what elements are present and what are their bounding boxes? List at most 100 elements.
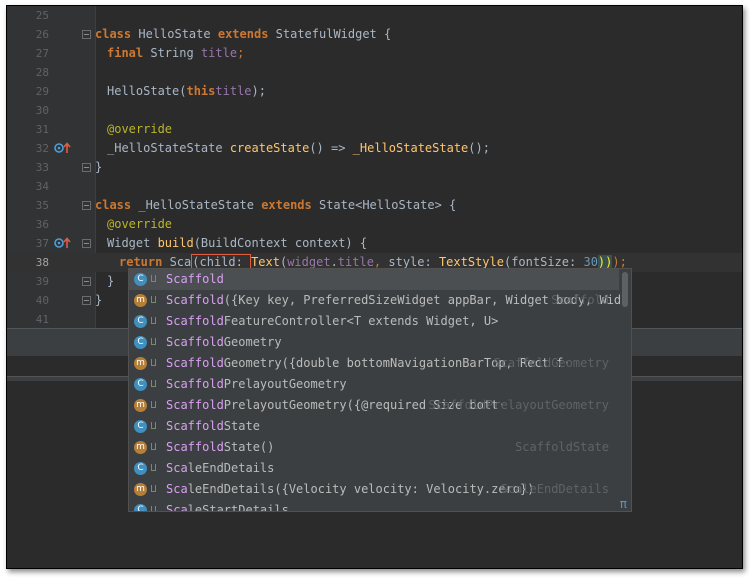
- code-text: class _HelloStateState extends State<Hel…: [95, 198, 457, 212]
- completion-item[interactable]: m Scaffold({Key key, PreferredSizeWidget …: [129, 290, 628, 311]
- code-line[interactable]: 25: [7, 6, 742, 25]
- code-line[interactable]: 29 HelloState(thistitle);: [7, 82, 742, 101]
- completion-item[interactable]: C ScaffoldGeometry: [129, 332, 619, 353]
- code-line[interactable]: 31 @override: [7, 120, 742, 139]
- match-highlight: Scaffold: [166, 398, 224, 412]
- completion-rest: PrelayoutGeometry: [223, 377, 347, 391]
- fold-marker-icon[interactable]: [82, 296, 91, 305]
- class-c-icon: C: [134, 420, 147, 433]
- completion-rest: State(): [223, 440, 275, 454]
- code-text: @override: [107, 217, 173, 231]
- pin-icon: [151, 359, 156, 366]
- pin-icon: [151, 338, 156, 345]
- completion-item[interactable]: m ScaffoldPrelayoutGeometry({@required Si…: [129, 395, 619, 416]
- popup-scrollbar[interactable]: [622, 272, 628, 307]
- completion-item[interactable]: C ScaffoldState: [129, 416, 619, 437]
- line-number: 27: [35, 47, 49, 60]
- code-text: HelloState(thistitle);: [107, 84, 266, 98]
- completion-label: ScaleStartDetails: [166, 500, 289, 512]
- pin-icon: [151, 317, 156, 324]
- line-number: 33: [35, 161, 49, 174]
- completion-item[interactable]: m ScaffoldState() ScaffoldState: [129, 437, 619, 458]
- class-c-icon: C: [134, 336, 147, 349]
- class-c-icon: C: [134, 378, 147, 391]
- fold-marker-icon[interactable]: [82, 163, 91, 172]
- pin-icon: [151, 275, 156, 282]
- completion-item[interactable]: C ScaleEndDetails: [129, 458, 619, 479]
- completion-label: ScaffoldState: [166, 416, 260, 437]
- code-line[interactable]: 26 class HelloState extends StatefulWidg…: [7, 25, 742, 44]
- completion-rest: Geometry: [223, 335, 282, 349]
- code-text: final String title;: [107, 46, 245, 60]
- override-gutter-icon[interactable]: [54, 142, 72, 154]
- fold-marker-icon[interactable]: [82, 201, 91, 210]
- completion-item[interactable]: m ScaffoldGeometry({double bottomNavigati…: [129, 353, 619, 374]
- completion-item[interactable]: C ScaffoldFeatureController<T extends Wid…: [129, 311, 619, 332]
- code-line[interactable]: 35 class _HelloStateState extends State<…: [7, 196, 742, 215]
- method-m-icon: m: [134, 294, 147, 307]
- pi-icon[interactable]: π: [620, 497, 627, 511]
- line-number: 39: [35, 275, 49, 288]
- class-c-icon: C: [134, 462, 147, 475]
- ide-window: 25 26 class HelloState extends StatefulW…: [6, 5, 743, 569]
- line-number: 38: [35, 256, 49, 269]
- completion-item[interactable]: m ScaleEndDetails({Velocity velocity: Vel…: [129, 479, 619, 500]
- pin-icon: [151, 401, 156, 408]
- line-number: 32: [35, 142, 49, 155]
- pin-icon: [151, 506, 156, 511]
- completion-type: ScaffoldGeometry: [493, 356, 609, 370]
- line-number: 25: [35, 9, 49, 22]
- completion-item[interactable]: C ScaffoldPrelayoutGeometry: [129, 374, 619, 395]
- pin-icon: [151, 464, 156, 471]
- line-number: 30: [35, 104, 49, 117]
- class-c-icon: C: [134, 315, 147, 328]
- match-highlight: Scaffold: [166, 440, 224, 454]
- completion-label: ScaleEndDetails({Velocity velocity: Velo…: [166, 479, 534, 500]
- match-highlight: Scaffold: [166, 272, 224, 286]
- code-text: }: [95, 160, 103, 174]
- completion-rest: leEndDetails: [187, 461, 275, 475]
- match-highlight: Scaffold: [166, 314, 224, 328]
- completion-type: ScaleEndDetails: [500, 482, 609, 496]
- code-line[interactable]: 28: [7, 63, 742, 82]
- completion-rest: State: [223, 419, 260, 433]
- line-number: 37: [35, 237, 49, 250]
- match-highlight: Sca: [166, 503, 188, 512]
- completion-type: ScaffoldState: [515, 440, 609, 454]
- completion-item[interactable]: C ScaleStartDetails: [129, 500, 619, 512]
- code-text: Widget build(BuildContext context) {: [107, 236, 368, 250]
- code-line[interactable]: 32 _HelloStateState createState() => _He…: [7, 139, 742, 158]
- fold-marker-icon[interactable]: [82, 30, 91, 39]
- completion-rest: FeatureController<T extends Widget, U>: [223, 314, 499, 328]
- override-gutter-icon[interactable]: [54, 237, 72, 249]
- code-text: @override: [107, 122, 173, 136]
- code-line[interactable]: 34: [7, 177, 742, 196]
- fold-marker-icon[interactable]: [82, 277, 91, 286]
- match-highlight: Scaffold: [166, 293, 224, 307]
- completion-type: Scaffold: [551, 293, 609, 307]
- completion-label: Scaffold: [166, 269, 224, 290]
- match-highlight: Scaffold: [166, 356, 224, 370]
- fold-marker-icon[interactable]: [82, 239, 91, 248]
- code-text: }: [107, 274, 115, 288]
- completion-label: ScaffoldFeatureController<T extends Widg…: [166, 311, 498, 332]
- completion-type: ScaffoldPrelayoutGeometry: [428, 398, 609, 412]
- code-completion-popup[interactable]: C Scaffold m Scaffold({Key key, PreferredSi…: [128, 268, 632, 512]
- match-highlight: Scaffold: [166, 419, 224, 433]
- line-number: 36: [35, 218, 49, 231]
- match-highlight: Scaffold: [166, 335, 224, 349]
- code-line[interactable]: 27 final String title;: [7, 44, 742, 63]
- match-highlight: Sca: [166, 461, 188, 475]
- code-line[interactable]: 30: [7, 101, 742, 120]
- completion-item[interactable]: C Scaffold: [129, 269, 619, 290]
- class-c-icon: C: [134, 273, 147, 286]
- code-line[interactable]: 37 Widget build(BuildContext context) {: [7, 234, 742, 253]
- line-number: 31: [35, 123, 49, 136]
- completion-rest: leEndDetails({Velocity velocity: Velocit…: [187, 482, 535, 496]
- code-line[interactable]: 36 @override: [7, 215, 742, 234]
- code-line[interactable]: 33 }: [7, 158, 742, 177]
- method-m-icon: m: [134, 399, 147, 412]
- line-number: 26: [35, 28, 49, 41]
- completion-label: ScaleEndDetails: [166, 458, 274, 479]
- line-number: 34: [35, 180, 49, 193]
